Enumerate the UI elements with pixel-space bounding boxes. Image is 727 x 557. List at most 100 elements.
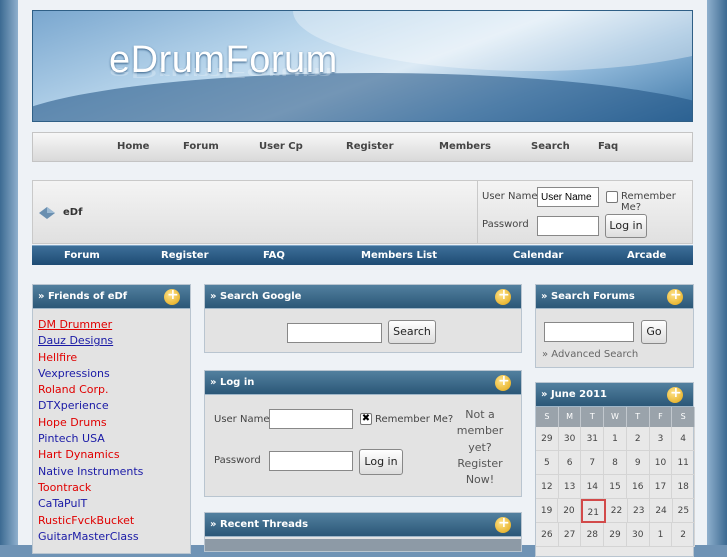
expand-plus-icon[interactable]	[495, 515, 511, 533]
login-button[interactable]: Log in	[605, 214, 647, 238]
calendar-day[interactable]: 22	[605, 499, 629, 523]
calendar-day[interactable]: 27	[558, 523, 582, 547]
mainnav-register-link[interactable]: Register	[161, 250, 209, 261]
calendar-day[interactable]: 11	[672, 451, 696, 475]
calendar-day[interactable]: 9	[626, 451, 650, 475]
calendar-day[interactable]: 17	[649, 475, 673, 499]
remember-me-checkbox[interactable]	[606, 191, 618, 203]
password-label: Password	[482, 219, 529, 230]
friend-link[interactable]: Hart Dynamics	[38, 447, 143, 463]
top-navigation: Home Forum User Cp Register Members Sear…	[32, 132, 693, 162]
site-banner: eDrumForum eDrumForum	[32, 10, 693, 122]
calendar-day[interactable]: 19	[536, 499, 559, 523]
calendar-day[interactable]: 29	[536, 427, 559, 451]
password-input[interactable]	[537, 216, 599, 236]
mainnav-members-list-link[interactable]: Members List	[361, 250, 437, 261]
calendar-week-row: 19 20 21 22 23 24 25	[536, 499, 695, 523]
friend-link[interactable]: CaTaPulT	[38, 496, 143, 512]
expand-plus-icon[interactable]	[667, 287, 683, 305]
nav-home-link[interactable]: Home	[117, 141, 149, 152]
expand-plus-icon[interactable]	[495, 287, 511, 305]
recent-threads-header: » Recent Threads	[205, 513, 521, 537]
calendar-day[interactable]: 10	[649, 451, 673, 475]
login-panel-password-input[interactable]	[269, 451, 353, 471]
recent-threads-title: » Recent Threads	[210, 519, 309, 530]
calendar-day[interactable]: 23	[628, 499, 651, 523]
calendar-day[interactable]: 25	[672, 499, 695, 523]
friend-link[interactable]: DM Drummer	[38, 317, 143, 333]
nav-forum-link[interactable]: Forum	[183, 141, 219, 152]
calendar-day[interactable]: 20	[558, 499, 581, 523]
friends-panel-title: » Friends of eDf	[38, 291, 128, 302]
search-forums-header: » Search Forums	[536, 285, 693, 309]
friend-link[interactable]: Hope Drums	[38, 415, 143, 431]
search-forums-go-button[interactable]: Go	[641, 320, 667, 344]
calendar-day[interactable]: 14	[581, 475, 605, 499]
friend-link[interactable]: DTXperience	[38, 398, 143, 414]
friend-link[interactable]: RusticFvckBucket	[38, 513, 143, 529]
mainnav-forum-link[interactable]: Forum	[64, 250, 100, 261]
calendar-weekday: W	[604, 407, 627, 427]
nav-members-link[interactable]: Members	[439, 141, 491, 152]
calendar-day[interactable]: 7	[581, 451, 605, 475]
search-forums-input[interactable]	[544, 322, 634, 342]
calendar-day[interactable]: 18	[672, 475, 696, 499]
calendar-day[interactable]: 29	[604, 523, 627, 547]
friend-link[interactable]: Hellfire	[38, 350, 143, 366]
mainnav-faq-link[interactable]: FAQ	[263, 250, 285, 261]
expand-plus-icon[interactable]	[164, 287, 180, 305]
quick-login: User Name Remember Me? Password Log in	[477, 181, 694, 243]
calendar-day[interactable]: 30	[626, 523, 650, 547]
friend-link[interactable]: GuitarMasterClass	[38, 529, 143, 545]
mainnav-calendar-link[interactable]: Calendar	[513, 250, 563, 261]
nav-usercp-link[interactable]: User Cp	[259, 141, 303, 152]
nav-register-link[interactable]: Register	[346, 141, 394, 152]
friend-link[interactable]: Pintech USA	[38, 431, 143, 447]
calendar-day[interactable]: 8	[604, 451, 627, 475]
calendar-day[interactable]: 3	[649, 427, 673, 451]
expand-plus-icon[interactable]	[495, 373, 511, 391]
calendar-day[interactable]: 31	[581, 427, 605, 451]
login-panel-remember-checkbox[interactable]: ✖	[360, 413, 372, 425]
advanced-search-link[interactable]: » Advanced Search	[542, 349, 638, 360]
google-search-panel: » Search Google Search	[204, 284, 522, 353]
calendar-day[interactable]: 2	[672, 523, 696, 547]
calendar-day[interactable]: 26	[536, 523, 559, 547]
calendar-day[interactable]: 24	[650, 499, 673, 523]
calendar-title[interactable]: » June 2011	[541, 389, 607, 400]
nav-search-link[interactable]: Search	[531, 141, 570, 152]
google-search-input[interactable]	[287, 323, 382, 343]
mainnav-arcade-link[interactable]: Arcade	[627, 250, 666, 261]
google-search-button[interactable]: Search	[388, 320, 436, 344]
login-panel: » Log in User Name ✖ Remember Me? Passwo…	[204, 370, 522, 497]
username-label: User Name	[482, 191, 538, 202]
friend-link[interactable]: Toontrack	[38, 480, 143, 496]
username-input[interactable]	[537, 187, 599, 207]
calendar-day[interactable]: 4	[672, 427, 696, 451]
calendar-day[interactable]: 5	[536, 451, 559, 475]
friend-link[interactable]: Dauz Designs	[38, 333, 143, 349]
login-panel-button[interactable]: Log in	[359, 449, 403, 475]
friend-link[interactable]: Native Instruments	[38, 464, 143, 480]
calendar-day[interactable]: 13	[558, 475, 582, 499]
calendar-day[interactable]: 21	[580, 499, 606, 523]
calendar-week-row: 26 27 28 29 30 1 2	[536, 523, 696, 547]
calendar-day[interactable]: 6	[558, 451, 582, 475]
breadcrumb[interactable]: eDf	[63, 207, 82, 218]
calendar-day[interactable]: 28	[581, 523, 605, 547]
expand-plus-icon[interactable]	[667, 385, 683, 403]
calendar-day[interactable]: 1	[649, 523, 673, 547]
login-panel-username-input[interactable]	[269, 409, 353, 429]
nav-faq-link[interactable]: Faq	[598, 141, 618, 152]
calendar-day[interactable]: 15	[604, 475, 627, 499]
calendar-day[interactable]: 16	[626, 475, 650, 499]
calendar-day[interactable]: 12	[536, 475, 559, 499]
register-now-link[interactable]: Not a member yet? Register Now!	[453, 407, 507, 488]
calendar-day[interactable]: 2	[626, 427, 650, 451]
page-background-left	[0, 0, 18, 545]
login-panel-title: » Log in	[210, 377, 255, 388]
friend-link[interactable]: Vexpressions	[38, 366, 143, 382]
calendar-day[interactable]: 1	[604, 427, 627, 451]
friend-link[interactable]: Roland Corp.	[38, 382, 143, 398]
calendar-day[interactable]: 30	[558, 427, 582, 451]
